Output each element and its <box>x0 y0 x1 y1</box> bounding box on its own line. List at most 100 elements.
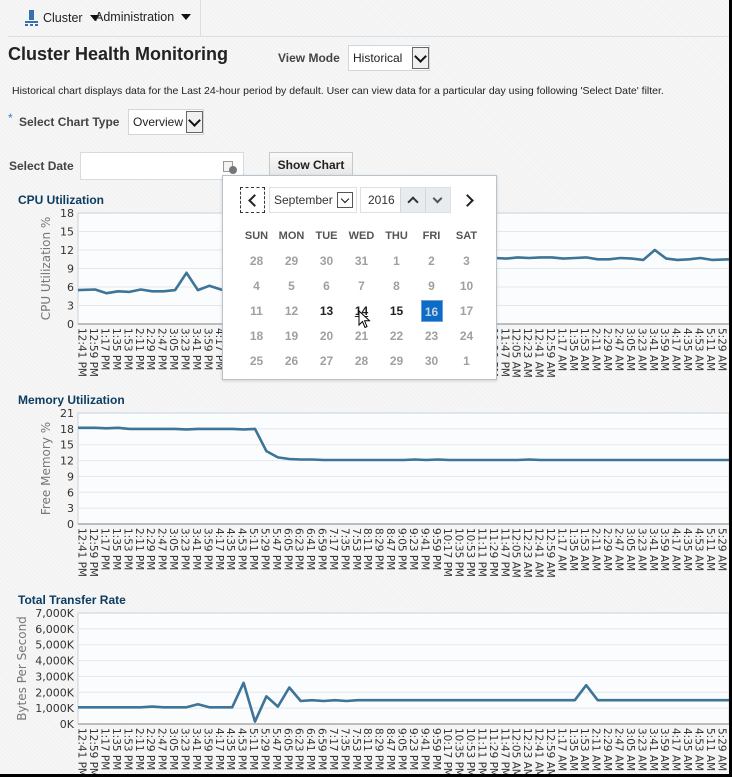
x-tick-label: 1:53 AM <box>578 528 590 571</box>
y-tick-label: 9 <box>67 470 74 483</box>
memory-utilization-chart: 0 3 6 9 12 15 18 21 Free Memory % 12:41 PM 12:59 P… <box>0 407 729 583</box>
chart-type-label: Select Chart Type <box>19 115 120 129</box>
x-tick-label: 9:23 PM <box>407 528 419 570</box>
next-month-button[interactable] <box>456 187 481 213</box>
month-select[interactable]: September <box>269 187 357 213</box>
x-tick-label: 3:23 AM <box>635 528 647 571</box>
calendar-day: 23 <box>424 328 439 343</box>
month-value: September <box>274 193 333 207</box>
x-tick-label: 12:59 AM <box>544 328 556 378</box>
calendar-day: 25 <box>249 353 264 368</box>
chevron-down-icon <box>414 49 427 63</box>
x-tick-label: 4:35 PM <box>224 728 236 770</box>
x-tick-label: 7:53 PM <box>350 728 362 770</box>
calendar-icon[interactable] <box>223 159 237 174</box>
x-tick-label: 12:05 AM <box>510 728 522 774</box>
x-tick-label: 9:59 PM <box>430 728 442 770</box>
x-tick-label: 12:41 AM <box>533 328 545 378</box>
x-tick-label: 3:41 AM <box>647 728 659 771</box>
y-tick-label: 6 <box>67 281 74 294</box>
administration-menu-label: Administration <box>95 10 175 24</box>
administration-menu[interactable]: Administration <box>95 10 192 24</box>
x-tick-label: 8:29 PM <box>373 528 385 570</box>
x-tick-label: 7:17 PM <box>327 528 339 570</box>
transfer-rate-chart: 0K 1,000K 2,000K 3,000K 4,000K 5,000K 6,000K 7,… <box>0 607 729 774</box>
chart-type-select[interactable]: Overview <box>128 109 204 135</box>
x-tick-label: 2:11 PM <box>133 728 145 770</box>
x-tick-label: 11:11 PM <box>475 528 487 577</box>
x-tick-label: 6:59 PM <box>316 528 328 570</box>
cluster-menu[interactable]: Cluster <box>25 10 100 26</box>
x-tick-label: 5:29 AM <box>715 328 727 371</box>
year-increment-button[interactable] <box>399 188 425 212</box>
previous-month-button[interactable] <box>240 187 265 213</box>
dropdown-button[interactable] <box>412 47 429 69</box>
caret-down-icon <box>181 14 192 20</box>
y-axis-title: Free Memory % <box>39 422 53 515</box>
date-picker-popup: September 2016 SUN MON TUE WED THU FRI SAT 28 29… <box>222 175 497 380</box>
x-tick-label: 10:53 PM <box>464 528 476 577</box>
x-tick-label: 3:41 PM <box>190 728 202 770</box>
x-tick-label: 3:59 PM <box>201 528 213 570</box>
month-dropdown-button[interactable] <box>337 192 353 208</box>
calendar-day: 1 <box>463 353 470 368</box>
x-tick-label: 2:29 AM <box>601 728 613 771</box>
view-mode-select[interactable]: Historical <box>348 45 430 71</box>
x-tick-label: 6:05 PM <box>281 728 293 770</box>
year-decrement-button[interactable] <box>424 188 450 212</box>
x-tick-label: 3:05 PM <box>167 528 179 570</box>
year-value: 2016 <box>368 193 395 207</box>
calendar-day[interactable]: 15 <box>379 304 414 318</box>
x-tick-label: 3:23 PM <box>179 528 191 570</box>
calendar-day: 3 <box>463 253 470 268</box>
description-text: Historical chart displays data for the L… <box>12 85 664 97</box>
x-tick-label: 10:17 PM <box>441 728 453 774</box>
select-date-input[interactable] <box>80 152 244 180</box>
x-tick-label: 11:29 PM <box>487 728 499 774</box>
x-tick-label: 12:05 AM <box>510 328 522 378</box>
top-navigation-bar: Cluster Administration <box>8 0 729 37</box>
y-tick-label: 18 <box>60 207 74 220</box>
selected-day[interactable]: 16 <box>420 299 443 322</box>
calendar-day[interactable]: 16 <box>414 299 449 322</box>
cluster-menu-label: Cluster <box>43 11 83 25</box>
y-tick-label: 15 <box>60 439 74 452</box>
x-tick-label: 1:17 PM <box>99 528 111 570</box>
x-tick-label: 7:35 PM <box>338 728 350 770</box>
x-tick-label: 5:29 AM <box>715 528 727 571</box>
x-tick-label: 3:23 AM <box>635 728 647 771</box>
x-tick-label: 11:29 PM <box>487 528 499 577</box>
calendar-day[interactable]: 13 <box>309 304 344 318</box>
x-tick-label: 4:53 AM <box>692 328 704 371</box>
x-tick-label: 9:41 PM <box>418 728 430 770</box>
calendar-day: 29 <box>389 353 404 368</box>
year-spinner[interactable]: 2016 <box>360 187 451 213</box>
y-axis-title: Bytes Per Second <box>15 616 29 721</box>
calendar-day: 28 <box>249 253 264 268</box>
x-tick-label: 3:23 PM <box>179 328 191 370</box>
dropdown-button[interactable] <box>186 111 203 133</box>
x-tick-label: 9:05 PM <box>396 528 408 570</box>
y-tick-label: 15 <box>60 226 74 239</box>
y-tick-label: 7,000K <box>35 607 74 620</box>
x-tick-label: 1:53 PM <box>121 328 133 370</box>
calendar-day: 18 <box>249 328 264 343</box>
x-tick-label: 3:59 AM <box>658 328 670 371</box>
calendar-day: 11 <box>250 303 263 318</box>
chevron-down-icon <box>433 193 443 204</box>
x-tick-label: 12:41 AM <box>533 528 545 578</box>
chevron-up-icon <box>407 195 419 208</box>
x-tick-label: 8:29 PM <box>373 728 385 770</box>
x-tick-label: 3:23 AM <box>635 328 647 371</box>
y-tick-label: 0 <box>67 518 74 531</box>
view-mode-label: View Mode <box>278 51 340 65</box>
x-tick-label: 6:41 PM <box>304 728 316 770</box>
x-tick-label: 5:47 PM <box>270 528 282 570</box>
weekday-label: MON <box>278 229 305 242</box>
page-title: Cluster Health Monitoring <box>8 44 228 64</box>
calendar-day: 31 <box>354 253 369 268</box>
calendar-day: 19 <box>284 328 299 343</box>
x-tick-label: 5:11 AM <box>704 328 716 371</box>
calendar-day: 4 <box>253 278 260 293</box>
x-tick-label: 9:59 PM <box>430 528 442 570</box>
